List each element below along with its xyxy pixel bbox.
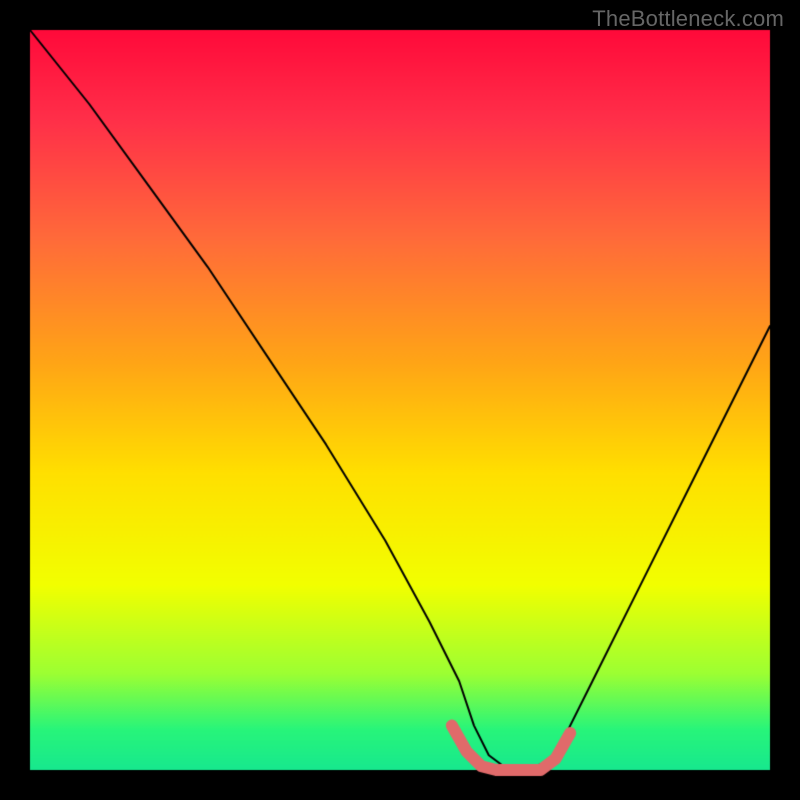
bottleneck-chart-container: TheBottleneck.com (0, 0, 800, 800)
watermark-text: TheBottleneck.com (592, 6, 784, 32)
bottleneck-curve-chart (0, 0, 800, 800)
